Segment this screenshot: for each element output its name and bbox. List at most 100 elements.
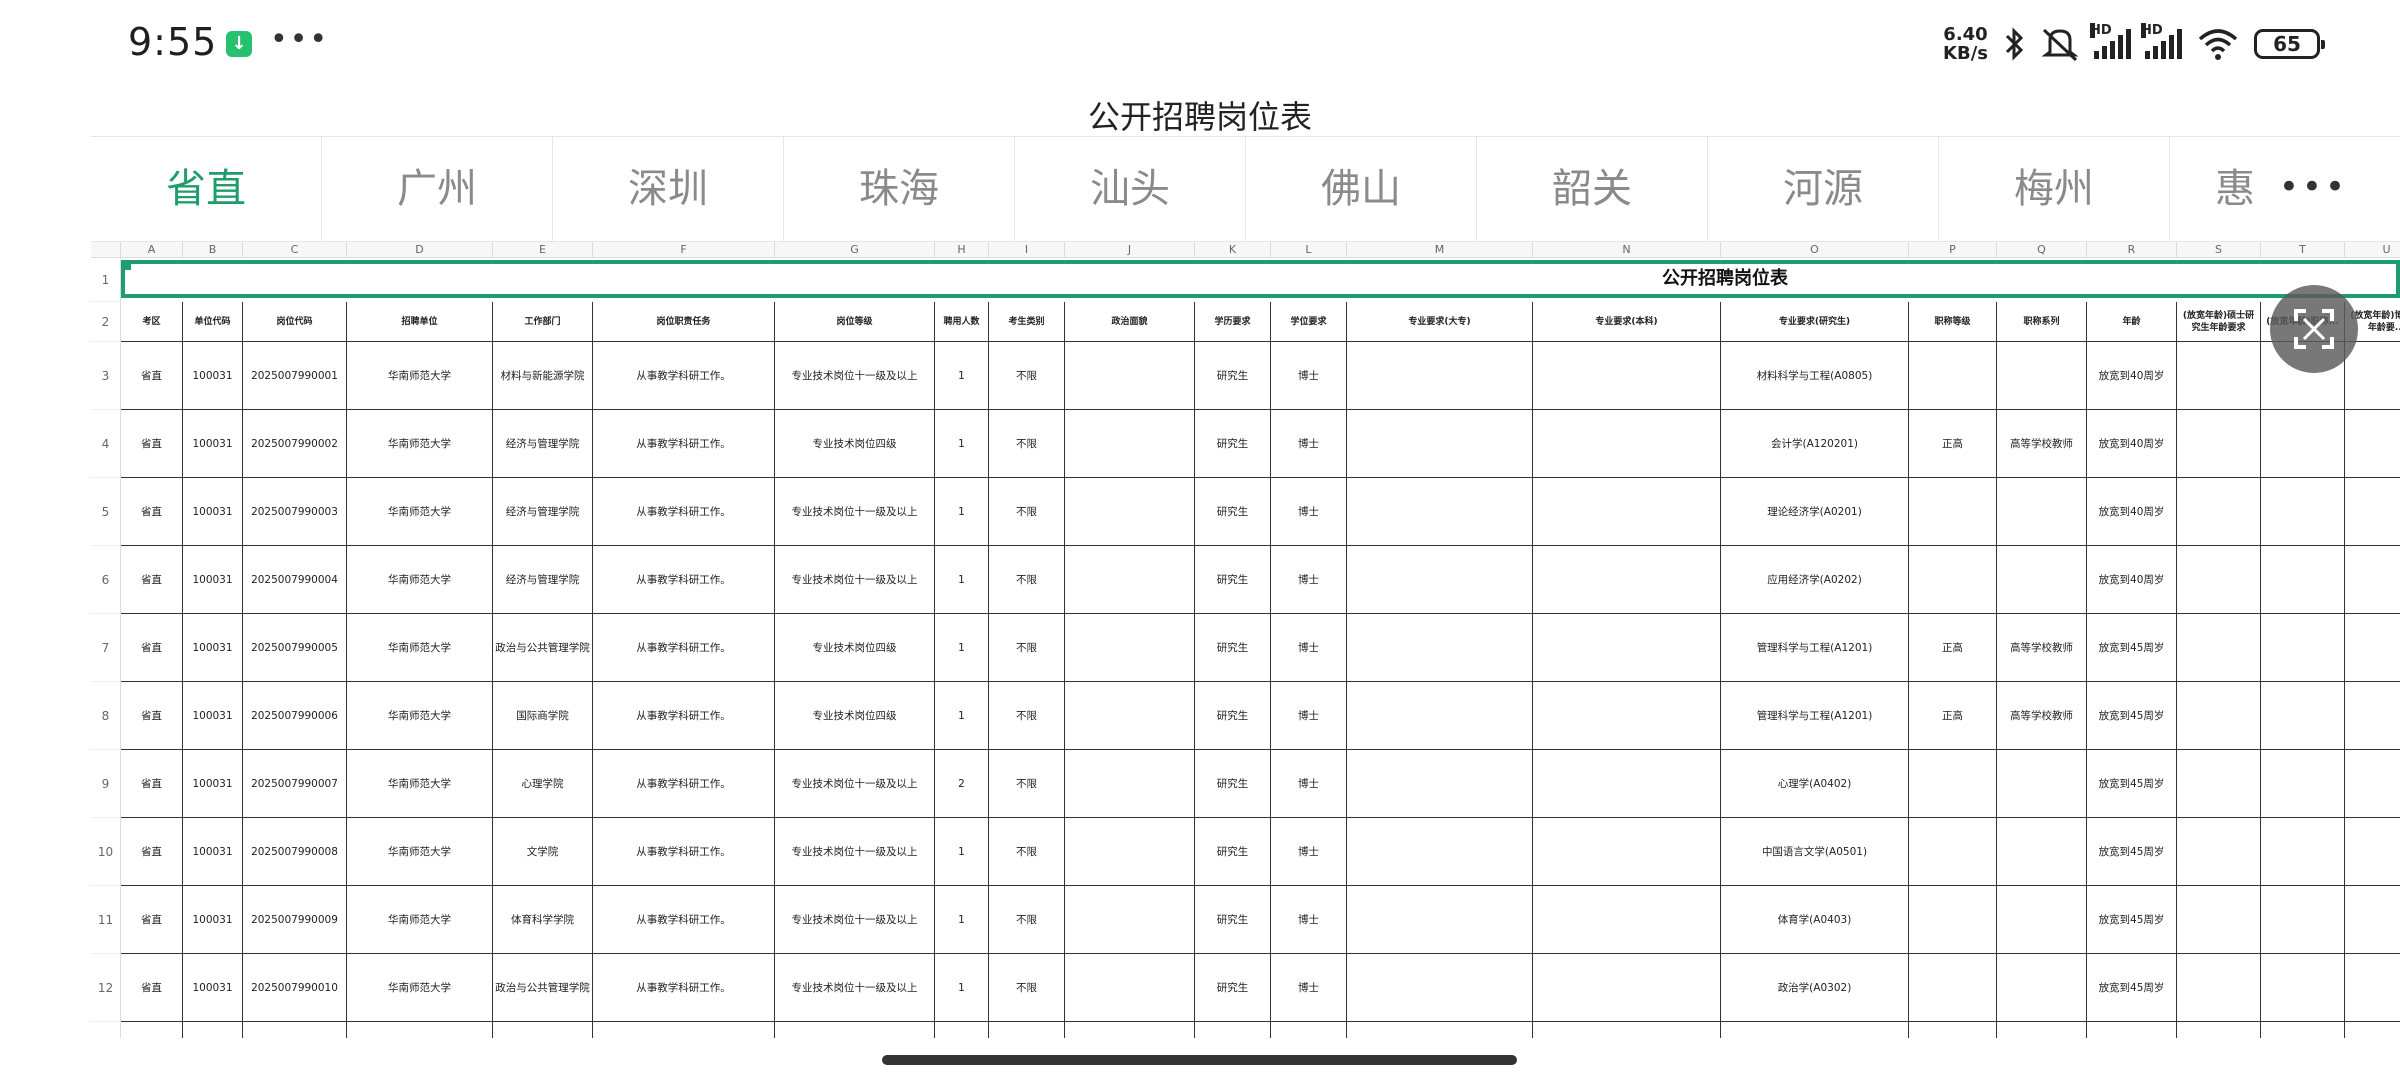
table-cell[interactable]: 100031: [183, 886, 243, 954]
table-cell[interactable]: 心理学(A0402): [1721, 750, 1909, 818]
tab-2[interactable]: 深圳: [553, 137, 784, 241]
table-cell[interactable]: 高等学校教师: [1997, 614, 2087, 682]
table-cell[interactable]: 专业技术岗位十一级及以上: [775, 342, 935, 410]
table-cell[interactable]: [1065, 818, 1195, 886]
table-cell[interactable]: [2345, 342, 2400, 410]
table-cell[interactable]: 100031: [183, 818, 243, 886]
table-cell[interactable]: [1347, 886, 1533, 954]
table-cell[interactable]: 2025007990005: [243, 614, 347, 682]
table-cell[interactable]: 从事教学科研工作。: [593, 614, 775, 682]
table-cell[interactable]: [1347, 342, 1533, 410]
table-cell[interactable]: 研究生: [1195, 886, 1271, 954]
tab-1[interactable]: 广州: [322, 137, 553, 241]
home-indicator[interactable]: [882, 1055, 1517, 1065]
header-cell[interactable]: 单位代码: [183, 302, 243, 342]
column-header[interactable]: F: [593, 242, 775, 258]
table-cell[interactable]: 1: [935, 954, 989, 1022]
table-cell[interactable]: 博士: [1271, 614, 1347, 682]
header-cell[interactable]: 考生类别: [989, 302, 1065, 342]
table-cell[interactable]: [1347, 818, 1533, 886]
table-cell[interactable]: 博士: [1271, 818, 1347, 886]
table-cell[interactable]: [1533, 614, 1721, 682]
column-header[interactable]: J: [1065, 242, 1195, 258]
table-cell[interactable]: 专业技术岗位十一级及以上: [775, 954, 935, 1022]
table-cell[interactable]: 专业技术岗位十一级及以上: [775, 478, 935, 546]
table-cell[interactable]: 体育学(A0403): [1721, 886, 1909, 954]
table-cell[interactable]: [1195, 1022, 1271, 1038]
table-cell[interactable]: [1909, 818, 1997, 886]
table-cell[interactable]: 政治学(A0302): [1721, 954, 1909, 1022]
table-cell[interactable]: [2345, 886, 2400, 954]
table-cell[interactable]: [183, 1022, 243, 1038]
table-cell[interactable]: [1347, 410, 1533, 478]
table-cell[interactable]: 省直: [121, 546, 183, 614]
table-cell[interactable]: [1065, 954, 1195, 1022]
row-header[interactable]: 3: [91, 342, 121, 410]
table-cell[interactable]: [2177, 682, 2261, 750]
table-cell[interactable]: 从事教学科研工作。: [593, 954, 775, 1022]
row-header[interactable]: 5: [91, 478, 121, 546]
table-cell[interactable]: 从事教学科研工作。: [593, 410, 775, 478]
row-header[interactable]: [91, 1022, 121, 1038]
table-cell[interactable]: [2261, 682, 2345, 750]
header-cell[interactable]: 学历要求: [1195, 302, 1271, 342]
table-cell[interactable]: [493, 1022, 593, 1038]
table-cell[interactable]: 研究生: [1195, 682, 1271, 750]
table-cell[interactable]: [1997, 546, 2087, 614]
table-cell[interactable]: 应用经济学(A0202): [1721, 546, 1909, 614]
table-cell[interactable]: 100031: [183, 750, 243, 818]
table-cell[interactable]: [1347, 614, 1533, 682]
table-cell[interactable]: [2087, 1022, 2177, 1038]
column-header[interactable]: P: [1909, 242, 1997, 258]
column-header[interactable]: U: [2345, 242, 2400, 258]
column-header[interactable]: K: [1195, 242, 1271, 258]
table-cell[interactable]: 华南师范大学: [347, 410, 493, 478]
table-cell[interactable]: [1909, 750, 1997, 818]
table-cell[interactable]: [1533, 478, 1721, 546]
row-header[interactable]: 7: [91, 614, 121, 682]
table-cell[interactable]: [1533, 954, 1721, 1022]
table-cell[interactable]: 华南师范大学: [347, 750, 493, 818]
table-cell[interactable]: [2177, 410, 2261, 478]
table-cell[interactable]: 2025007990009: [243, 886, 347, 954]
column-header[interactable]: D: [347, 242, 493, 258]
table-cell[interactable]: [2345, 682, 2400, 750]
table-cell[interactable]: 研究生: [1195, 750, 1271, 818]
table-cell[interactable]: 不限: [989, 478, 1065, 546]
table-cell[interactable]: [2177, 546, 2261, 614]
table-cell[interactable]: [2177, 750, 2261, 818]
table-cell[interactable]: 华南师范大学: [347, 886, 493, 954]
table-cell[interactable]: 研究生: [1195, 410, 1271, 478]
table-cell[interactable]: 体育科学学院: [493, 886, 593, 954]
table-cell[interactable]: 正高: [1909, 614, 1997, 682]
table-cell[interactable]: 博士: [1271, 886, 1347, 954]
table-cell[interactable]: [1065, 410, 1195, 478]
table-cell[interactable]: [1997, 478, 2087, 546]
table-cell[interactable]: 博士: [1271, 342, 1347, 410]
table-cell[interactable]: 华南师范大学: [347, 546, 493, 614]
row-header[interactable]: 6: [91, 546, 121, 614]
table-cell[interactable]: 放宽到40周岁: [2087, 342, 2177, 410]
row-header[interactable]: 10: [91, 818, 121, 886]
table-cell[interactable]: 1: [935, 478, 989, 546]
table-cell[interactable]: 100031: [183, 546, 243, 614]
column-header[interactable]: I: [989, 242, 1065, 258]
table-cell[interactable]: [1533, 410, 1721, 478]
table-cell[interactable]: 博士: [1271, 750, 1347, 818]
column-header[interactable]: M: [1347, 242, 1533, 258]
table-cell[interactable]: [1533, 342, 1721, 410]
table-cell[interactable]: 不限: [989, 342, 1065, 410]
tab-5[interactable]: 佛山: [1246, 137, 1477, 241]
table-cell[interactable]: 专业技术岗位十一级及以上: [775, 886, 935, 954]
header-cell[interactable]: 专业要求(大专): [1347, 302, 1533, 342]
table-cell[interactable]: [1347, 478, 1533, 546]
table-cell[interactable]: 博士: [1271, 954, 1347, 1022]
table-cell[interactable]: [2345, 478, 2400, 546]
table-cell[interactable]: 研究生: [1195, 614, 1271, 682]
table-cell[interactable]: 省直: [121, 410, 183, 478]
table-cell[interactable]: 100031: [183, 478, 243, 546]
header-cell[interactable]: 聘用人数: [935, 302, 989, 342]
table-cell[interactable]: 研究生: [1195, 954, 1271, 1022]
table-cell[interactable]: [1997, 750, 2087, 818]
table-cell[interactable]: 2: [935, 750, 989, 818]
